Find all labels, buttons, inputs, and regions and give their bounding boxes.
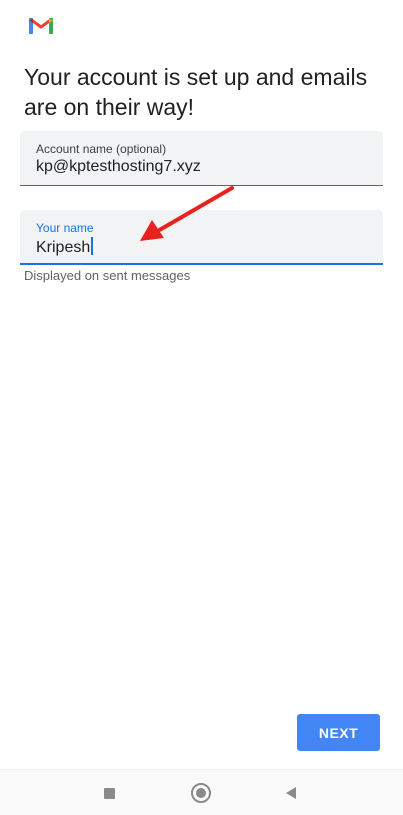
triangle-back-icon xyxy=(286,787,296,799)
gmail-logo-icon xyxy=(29,17,53,34)
home-button[interactable] xyxy=(190,782,212,804)
account-name-label: Account name (optional) xyxy=(36,142,167,156)
account-name-field[interactable]: Account name (optional) kp@kptesthosting… xyxy=(20,131,383,186)
system-navigation-bar xyxy=(0,769,403,815)
your-name-label: Your name xyxy=(36,221,94,235)
your-name-helper-text: Displayed on sent messages xyxy=(24,268,191,283)
red-arrow-icon xyxy=(140,186,234,241)
your-name-input[interactable]: Kripesh xyxy=(36,237,94,257)
square-recents-icon xyxy=(103,787,115,799)
page-title: Your account is set up and emails are on… xyxy=(24,64,368,120)
account-setup-screen: Your account is set up and emails are on… xyxy=(0,0,403,815)
back-button[interactable] xyxy=(280,782,302,804)
account-name-value: kp@kptesthosting7.xyz xyxy=(36,158,201,175)
text-cursor xyxy=(91,237,94,255)
next-button[interactable]: NEXT xyxy=(297,714,380,751)
your-name-value: Kripesh xyxy=(36,239,91,256)
recents-button[interactable] xyxy=(98,782,120,804)
circle-home-icon xyxy=(191,783,211,803)
